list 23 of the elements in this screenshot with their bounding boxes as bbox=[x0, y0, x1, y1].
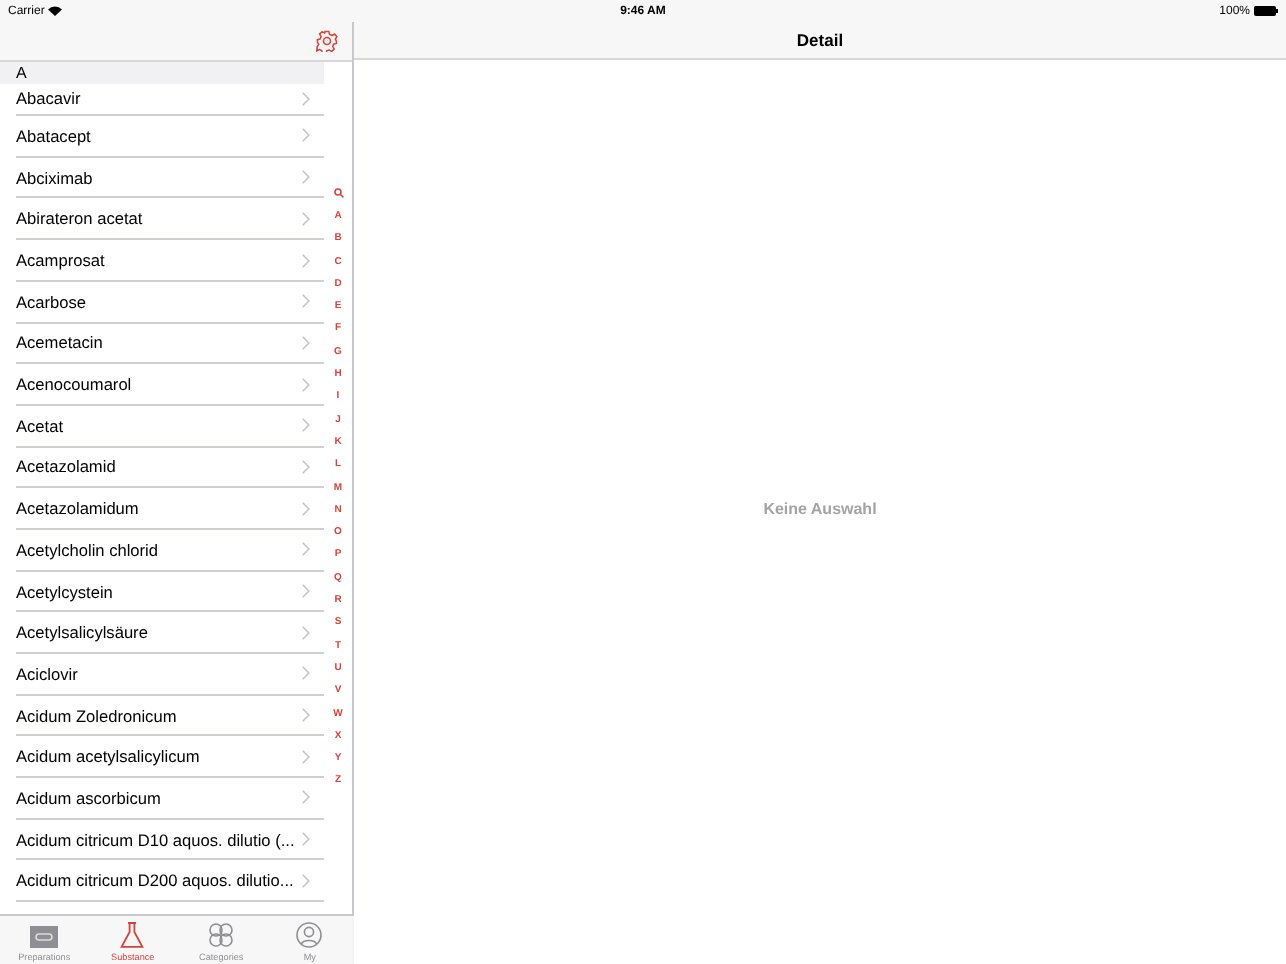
substance-row[interactable]: Acarbose bbox=[0, 280, 324, 323]
substance-row[interactable]: Abatacept bbox=[0, 115, 324, 157]
substance-row[interactable]: Abacavir bbox=[0, 84, 324, 116]
substance-row[interactable]: Acetylsalicylsäure bbox=[0, 611, 324, 654]
substance-row[interactable]: Acemetacin bbox=[0, 322, 324, 364]
substance-row[interactable]: Acetat bbox=[0, 404, 324, 447]
substance-row[interactable]: Acidum citricum D10 aquos. dilutio (... bbox=[0, 818, 324, 860]
substance-row[interactable]: Acidum Zoledronicum bbox=[0, 694, 324, 736]
section-header: A bbox=[0, 62, 324, 84]
substance-row[interactable]: Acetazolamid bbox=[0, 446, 324, 488]
substance-row[interactable]: Acamprosat bbox=[0, 239, 324, 281]
substance-row[interactable]: Acidum ascorbicum bbox=[0, 777, 324, 819]
substance-row[interactable]: Abciximab bbox=[0, 156, 324, 198]
substance-row[interactable]: Aciclovir bbox=[0, 653, 324, 695]
detail-title: Detail bbox=[796, 29, 844, 49]
substance-row[interactable]: Acenocoumarol bbox=[0, 363, 324, 405]
substance-row[interactable]: Acetazolamidum bbox=[0, 487, 324, 529]
substance-row[interactable]: Acidum acetylsalicylicum bbox=[0, 735, 324, 778]
substance-row[interactable]: Acetylcystein bbox=[0, 570, 324, 612]
substance-row[interactable]: Abirateron acetat bbox=[0, 197, 324, 240]
substance-row[interactable]: Acidum citricum D200 aquos. dilutio... bbox=[0, 859, 324, 902]
empty-message: Keine Auswahl bbox=[763, 500, 877, 518]
substance-row[interactable]: Acetylcholin chlorid bbox=[0, 528, 324, 571]
